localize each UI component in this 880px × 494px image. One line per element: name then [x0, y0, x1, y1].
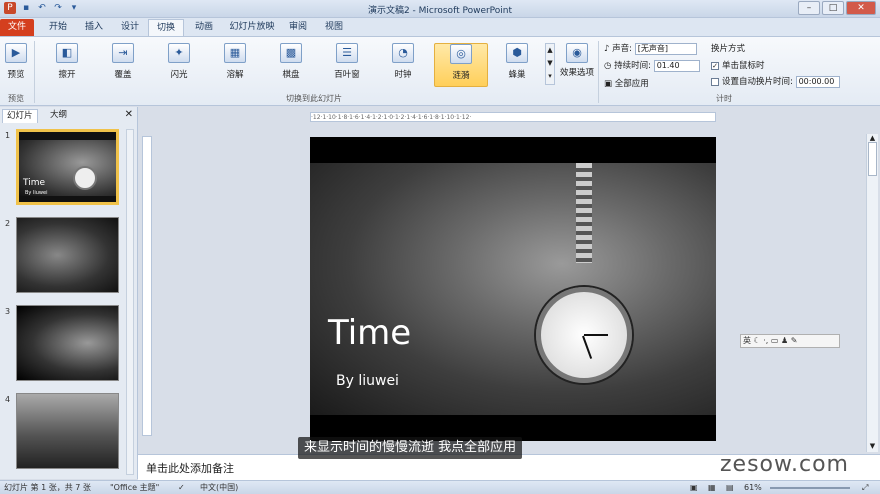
ripple-icon: ◎	[450, 44, 472, 64]
sound-icon: ♪	[604, 44, 610, 54]
tab-slides[interactable]: 幻灯片	[2, 109, 38, 123]
transition-wipe[interactable]: ◧ 擦开	[42, 43, 92, 87]
duration-icon: ◷	[604, 61, 612, 71]
status-bar: 幻灯片 第 1 张，共 7 张 "Office 主题" ✓ 中文(中国) ▣ ▦…	[0, 480, 880, 494]
separator	[598, 41, 599, 103]
transition-checkerboard[interactable]: ▩ 棋盘	[266, 43, 316, 87]
transition-flash[interactable]: ✦ 闪光	[154, 43, 204, 87]
effect-options-icon: ◉	[566, 43, 588, 63]
tab-outline[interactable]: 大纲	[46, 109, 71, 123]
preview-button[interactable]: ▶ 预览	[2, 43, 30, 87]
spellcheck-icon[interactable]: ✓	[178, 481, 185, 494]
separator	[34, 41, 35, 103]
honeycomb-icon: ⬢	[506, 43, 528, 63]
video-subtitle: 来显示时间的慢慢流逝 我点全部应用	[298, 437, 523, 459]
view-normal-icon[interactable]: ▣	[690, 481, 698, 494]
apply-all-icon: ▣	[604, 79, 613, 89]
ribbon-tabs: 文件 开始 插入 设计 切换 动画 幻灯片放映 审阅 视图	[0, 18, 880, 36]
close-button[interactable]: ✕	[846, 1, 876, 15]
transition-ripple[interactable]: ◎ 涟漪	[434, 43, 488, 87]
transition-clock[interactable]: ◔ 时钟	[378, 43, 428, 87]
transition-dissolve[interactable]: ▦ 溶解	[210, 43, 260, 87]
checkerboard-icon: ▩	[280, 43, 302, 63]
pocket-watch-icon	[73, 166, 97, 190]
clock-icon: ◔	[392, 43, 414, 63]
title-bar: P ▪ ↶ ↷ ▾ 演示文稿2 - Microsoft PowerPoint –…	[0, 0, 880, 18]
watch-chain	[576, 163, 592, 263]
auto-advance-input[interactable]: 00:00.00	[795, 75, 840, 88]
pocket-watch-icon	[536, 287, 632, 383]
theme-name: "Office 主题"	[110, 483, 160, 492]
tab-transitions[interactable]: 切换	[148, 19, 184, 36]
advance-title: 换片方式	[711, 44, 746, 54]
slide-thumbnail-3[interactable]	[16, 305, 119, 381]
language: 中文(中国)	[200, 483, 239, 492]
slide-thumbnail-2[interactable]	[16, 217, 119, 293]
sound-row: ♪ 声音: [无声音]	[604, 42, 697, 55]
tab-insert[interactable]: 插入	[76, 19, 112, 36]
transition-cover[interactable]: ⇥ 覆盖	[98, 43, 148, 87]
vertical-scrollbar[interactable]: ▲ ▼	[866, 134, 878, 452]
flash-icon: ✦	[168, 43, 190, 63]
slide-number: 1	[5, 131, 11, 140]
tab-file[interactable]: 文件	[0, 19, 34, 36]
transition-group-label: 切换到此幻灯片	[286, 94, 342, 103]
cover-icon: ⇥	[112, 43, 134, 63]
close-pane-icon[interactable]: ✕	[125, 109, 133, 120]
auto-advance-row[interactable]: 设置自动换片时间: 00:00.00	[711, 75, 840, 88]
blinds-icon: ☰	[336, 43, 358, 63]
wipe-icon: ◧	[56, 43, 78, 63]
notes-placeholder: 单击此处添加备注	[146, 462, 234, 475]
slide-number: 4	[5, 395, 11, 404]
slide-thumbnail-4[interactable]	[16, 393, 119, 469]
apply-all-button[interactable]: ▣ 全部应用	[604, 77, 649, 89]
view-sorter-icon[interactable]: ▦	[708, 481, 716, 494]
slide-number: 2	[5, 219, 11, 228]
ime-toolbar[interactable]: 英 ☾ ·, ▭ ♟ ✎	[740, 334, 840, 348]
preview-group-label: 预览	[8, 94, 24, 103]
preview-icon: ▶	[5, 43, 27, 63]
slide-thumbnail-1[interactable]: Time By liuwei	[16, 129, 119, 205]
slides-pane: 幻灯片 大纲 ✕ 1 Time By liuwei 2 3 4	[0, 107, 138, 479]
tab-home[interactable]: 开始	[40, 19, 76, 36]
duration-input[interactable]: 01.40	[653, 59, 700, 72]
slide-info: 幻灯片 第 1 张，共 7 张	[4, 483, 91, 492]
gallery-scroll[interactable]: ▲ ▼ ▾	[545, 43, 555, 85]
on-click-checkbox[interactable]: ✓	[711, 61, 719, 70]
slide-number: 3	[5, 307, 11, 316]
view-reading-icon[interactable]: ▤	[726, 481, 734, 494]
minimize-button[interactable]: –	[798, 1, 820, 15]
slide-title[interactable]: Time	[328, 313, 411, 353]
transition-honeycomb[interactable]: ⬢ 蜂巢	[492, 43, 542, 87]
maximize-button[interactable]: □	[822, 1, 844, 15]
slide-subtitle[interactable]: By liuwei	[336, 373, 399, 389]
tab-review[interactable]: 审阅	[280, 19, 316, 36]
tab-view[interactable]: 视图	[316, 19, 352, 36]
transition-blinds[interactable]: ☰ 百叶窗	[322, 43, 372, 87]
auto-advance-checkbox[interactable]	[711, 77, 719, 86]
fit-to-window-icon[interactable]: ⤢	[862, 481, 868, 494]
tab-slideshow[interactable]: 幻灯片放映	[224, 19, 280, 36]
sound-select[interactable]: [无声音]	[634, 42, 697, 55]
watermark: zesow.com	[720, 452, 849, 477]
window-title: 演示文稿2 - Microsoft PowerPoint	[367, 6, 513, 16]
vertical-ruler	[142, 136, 152, 436]
dissolve-icon: ▦	[224, 43, 246, 63]
horizontal-ruler: ·12·1·10·1·8·1·6·1·4·1·2·1·0·1·2·1·4·1·6…	[310, 112, 716, 122]
slide-canvas[interactable]: Time By liuwei	[310, 137, 716, 441]
tab-design[interactable]: 设计	[112, 19, 148, 36]
on-click-row[interactable]: ✓ 单击鼠标时	[711, 59, 765, 71]
zoom-slider[interactable]	[770, 487, 850, 489]
effect-options-button[interactable]: ◉ 效果选项	[558, 43, 596, 87]
zoom-level: 61%	[744, 483, 762, 492]
thumbnail-scrollbar[interactable]	[126, 129, 134, 475]
timing-group-label: 计时	[716, 94, 732, 103]
tab-animations[interactable]: 动画	[186, 19, 222, 36]
ribbon: ▶ 预览 预览 ◧ 擦开 ⇥ 覆盖 ✦ 闪光 ▦ 溶解 ▩ 棋盘 ☰ 百叶窗 ◔ 时钟 ◎ 涟漪…	[0, 36, 880, 106]
duration-row: ◷ 持续时间: 01.40	[604, 59, 700, 72]
